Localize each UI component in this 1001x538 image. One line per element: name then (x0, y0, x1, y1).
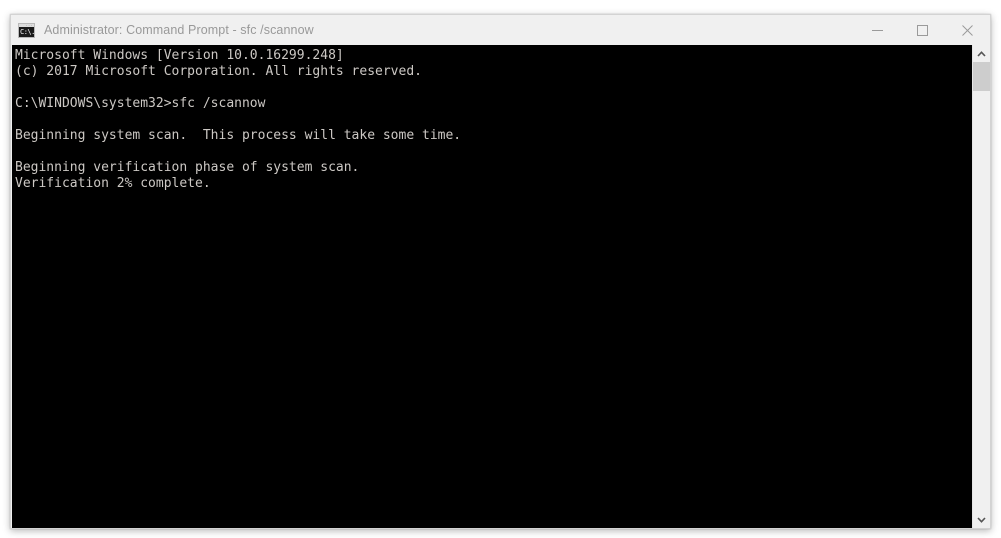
command-prompt-icon: ··· C:\. (18, 22, 35, 38)
close-button[interactable] (945, 15, 990, 45)
window-title: Administrator: Command Prompt - sfc /sca… (44, 23, 314, 37)
screen: ··· C:\. Administrator: Command Prompt -… (0, 0, 1001, 538)
minimize-button[interactable] (855, 15, 900, 45)
vertical-scrollbar[interactable] (972, 45, 990, 528)
console-text: Microsoft Windows [Version 10.0.16299.24… (15, 48, 462, 191)
title-bar[interactable]: ··· C:\. Administrator: Command Prompt -… (11, 15, 990, 45)
icon-prompt-glyph: C:\. (20, 27, 35, 36)
window-controls (855, 15, 990, 45)
console-output-area[interactable]: Microsoft Windows [Version 10.0.16299.24… (12, 45, 973, 528)
scrollbar-track[interactable] (973, 62, 989, 511)
chevron-up-icon[interactable] (973, 45, 990, 62)
scrollbar-thumb[interactable] (973, 62, 990, 91)
maximize-button[interactable] (900, 15, 945, 45)
command-prompt-window: ··· C:\. Administrator: Command Prompt -… (10, 14, 991, 529)
chevron-down-icon[interactable] (973, 511, 990, 528)
